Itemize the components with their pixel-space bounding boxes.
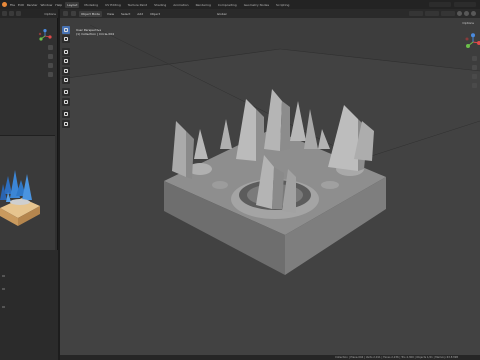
viewport-header: Object Mode View Select Add Object Globa… [60, 9, 480, 18]
viewport-options-label[interactable]: Options [462, 21, 474, 25]
axis-gizmo-icon[interactable] [38, 29, 52, 43]
editor-type-icon[interactable] [63, 11, 68, 16]
view-info: User Perspective (1) Collection | Circle… [76, 28, 114, 36]
scene-selector[interactable] [429, 2, 451, 7]
tab-geometry-nodes[interactable]: Geometry Nodes [242, 2, 271, 8]
select-mode-icon[interactable] [71, 11, 76, 16]
zoom-icon[interactable] [48, 45, 53, 50]
menu-select[interactable]: Select [119, 12, 132, 16]
measure-icon[interactable] [62, 97, 70, 106]
collection-info: (1) Collection | Circle.004 [76, 32, 115, 36]
left-nav-buttons [48, 45, 56, 81]
transform-icon[interactable] [62, 75, 70, 84]
tab-animation[interactable]: Animation [171, 2, 190, 8]
tab-rendering[interactable]: Rendering [194, 2, 213, 8]
viewport-scene[interactable] [60, 9, 480, 355]
extra-tool-icon[interactable] [62, 119, 70, 128]
menu-help[interactable]: Help [55, 3, 62, 7]
select-box-icon[interactable] [62, 26, 70, 34]
panel-marker [2, 306, 5, 308]
view-menu-icon[interactable] [16, 11, 21, 16]
reference-image [0, 136, 55, 250]
viewport-right-controls [409, 11, 480, 16]
menu-window[interactable]: Window [41, 3, 53, 7]
shading-solid-icon[interactable] [457, 11, 462, 16]
annotate-icon[interactable] [62, 88, 70, 97]
tab-layout[interactable]: Layout [65, 1, 80, 8]
mode-icon[interactable] [9, 11, 14, 16]
visibility-toggle[interactable] [409, 11, 423, 16]
panel-marker [2, 275, 5, 277]
tool-shelf [62, 26, 71, 129]
move-icon[interactable] [62, 47, 70, 56]
cursor-icon[interactable] [62, 35, 70, 44]
overlay-toggle[interactable] [441, 11, 455, 16]
tab-uv-editing[interactable]: UV Editing [103, 2, 123, 8]
left-options-label[interactable]: Options [44, 12, 56, 16]
add-cube-icon[interactable] [62, 110, 70, 119]
pan-icon[interactable] [48, 54, 53, 59]
navigation-buttons [472, 56, 478, 92]
zoom-icon[interactable] [472, 56, 477, 61]
tab-compositing[interactable]: Compositing [216, 2, 239, 8]
editor-type-icon[interactable] [2, 11, 7, 16]
menu-add[interactable]: Add [135, 12, 145, 16]
grid-icon[interactable] [472, 83, 477, 88]
panel-marker [2, 288, 5, 290]
pan-icon[interactable] [472, 65, 477, 70]
shading-material-icon[interactable] [464, 11, 469, 16]
camera-icon[interactable] [48, 63, 53, 68]
gizmo-toggle[interactable] [425, 11, 439, 16]
view-layer-selector[interactable] [454, 2, 476, 7]
tab-modeling[interactable]: Modeling [82, 2, 100, 8]
menu-view[interactable]: View [105, 12, 116, 16]
mode-dropdown[interactable]: Object Mode [79, 10, 102, 17]
status-bar: Collection | Plane.004 | Verts 2,011 | F… [60, 355, 480, 360]
shading-render-icon[interactable] [471, 11, 476, 16]
orientation-dropdown[interactable]: Global [215, 12, 229, 16]
grid-icon[interactable] [48, 72, 53, 77]
menu-edit[interactable]: Edit [18, 3, 24, 7]
axis-gizmo-icon[interactable] [464, 33, 480, 51]
tab-texture-paint[interactable]: Texture Paint [126, 2, 149, 8]
menu-file[interactable]: File [10, 3, 15, 7]
top-bar: File Edit Render Window Help Layout Mode… [0, 0, 480, 9]
menu-render[interactable]: Render [27, 3, 38, 7]
blender-logo-icon[interactable] [2, 2, 7, 7]
left-bottom-panel [0, 250, 58, 360]
scene-statistics: Collection | Plane.004 | Verts 2,011 | F… [335, 356, 458, 359]
rotate-icon[interactable] [62, 57, 70, 66]
topbar-right-group [429, 2, 480, 7]
main-3d-viewport[interactable]: Object Mode View Select Add Object Globa… [60, 9, 480, 355]
left-editor-header: Options [0, 9, 58, 18]
tab-shading[interactable]: Shading [152, 2, 168, 8]
reference-preview [0, 135, 55, 250]
scale-icon[interactable] [62, 66, 70, 75]
left-editor-area: Options [0, 9, 58, 360]
camera-icon[interactable] [472, 74, 477, 79]
tab-scripting[interactable]: Scripting [274, 2, 291, 8]
menu-object[interactable]: Object [148, 12, 162, 16]
